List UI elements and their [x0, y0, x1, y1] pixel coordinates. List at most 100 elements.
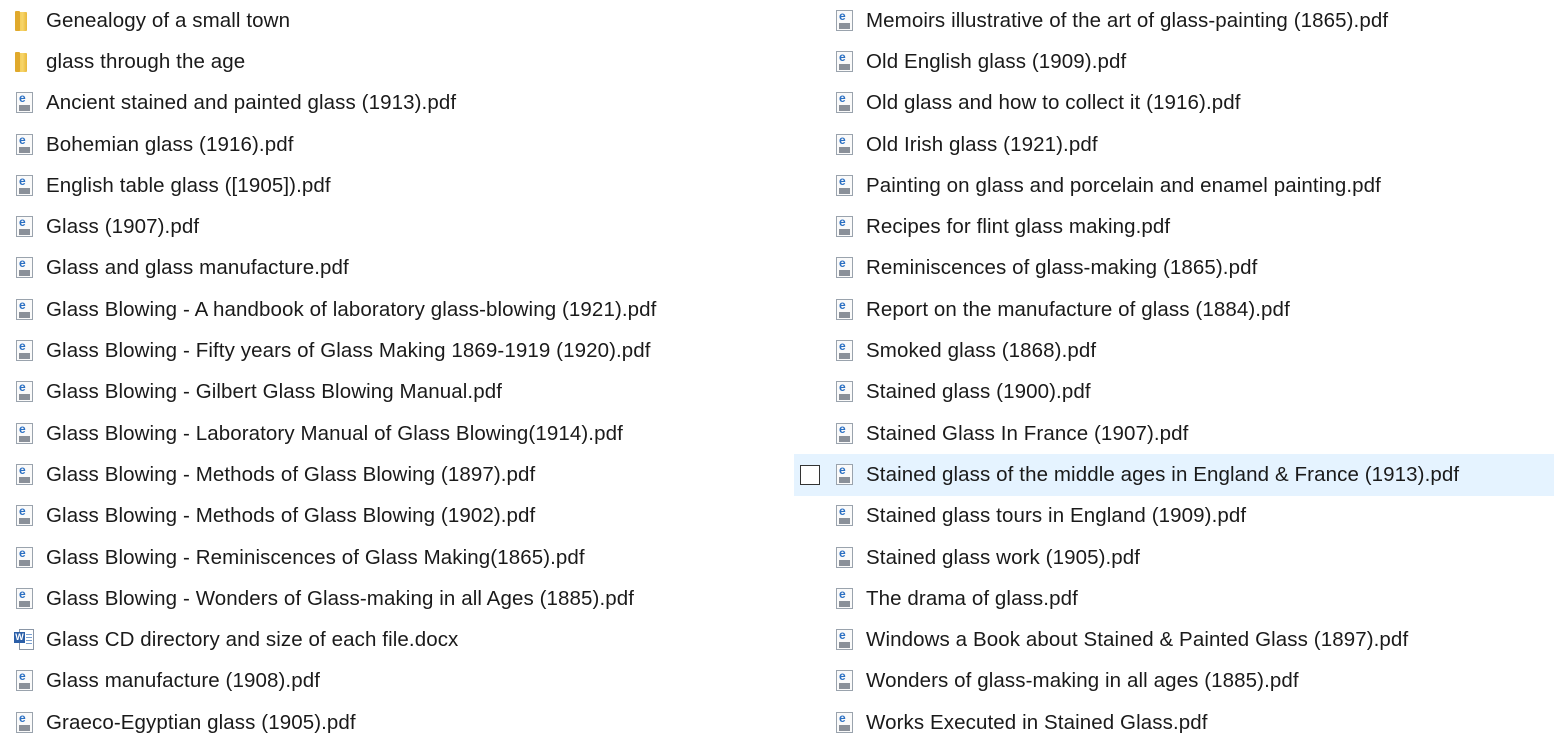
item-label: English table glass ([1905]).pdf [46, 173, 331, 197]
item-label: Glass and glass manufacture.pdf [46, 256, 349, 280]
item-label: Glass Blowing - Wonders of Glass-making … [46, 586, 635, 610]
item-label: Stained glass tours in England (1909).pd… [866, 504, 1247, 528]
file-item[interactable]: e Stained Glass In France (1907).pdf [794, 413, 1554, 454]
file-item[interactable]: e Windows a Book about Stained & Painted … [794, 619, 1554, 660]
item-label: Wonders of glass-making in all ages (188… [866, 669, 1299, 693]
file-item[interactable]: e Smoked glass (1868).pdf [794, 330, 1554, 371]
pdf-icon: e [834, 174, 856, 198]
file-item[interactable]: e Glass and glass manufacture.pdf [0, 248, 790, 289]
file-item[interactable]: e Glass Blowing - Reminiscences of Glass … [0, 537, 790, 578]
item-label: Genealogy of a small town [46, 8, 291, 32]
pdf-icon: e [14, 298, 36, 322]
pdf-icon: e [834, 91, 856, 115]
file-item[interactable]: e Glass Blowing - Laboratory Manual of Gl… [0, 413, 790, 454]
item-label: Stained glass (1900).pdf [866, 380, 1091, 404]
file-item[interactable]: e Glass Blowing - Methods of Glass Blowin… [0, 496, 790, 537]
pdf-icon: e [14, 380, 36, 404]
file-item[interactable]: e Glass Blowing - Fifty years of Glass Ma… [0, 330, 790, 371]
pdf-icon: e [14, 91, 36, 115]
pdf-icon: e [834, 339, 856, 363]
folder-icon [14, 50, 36, 74]
item-label: Glass (1907).pdf [46, 215, 200, 239]
pdf-icon: e [834, 711, 856, 735]
file-item[interactable]: W Glass CD directory and size of each fil… [0, 619, 790, 660]
file-item[interactable]: e Report on the manufacture of glass (188… [794, 289, 1554, 330]
item-label: Ancient stained and painted glass (1913)… [46, 91, 457, 115]
file-item[interactable]: e Old glass and how to collect it (1916).… [794, 83, 1554, 124]
pdf-icon: e [834, 256, 856, 280]
item-label: Stained Glass In France (1907).pdf [866, 421, 1189, 445]
pdf-icon: e [14, 215, 36, 239]
file-column-right: e Memoirs illustrative of the art of glas… [794, 0, 1554, 743]
pdf-icon: e [834, 298, 856, 322]
file-item[interactable]: e Glass Blowing - Wonders of Glass-making… [0, 578, 790, 619]
file-item[interactable]: e Graeco-Egyptian glass (1905).pdf [0, 702, 790, 743]
file-item[interactable]: e Glass manufacture (1908).pdf [0, 661, 790, 702]
item-label: Glass Blowing - Fifty years of Glass Mak… [46, 339, 651, 363]
item-label: Glass Blowing - Reminiscences of Glass M… [46, 545, 585, 569]
folder-item[interactable]: glass through the age [0, 41, 790, 82]
file-item[interactable]: e English table glass ([1905]).pdf [0, 165, 790, 206]
pdf-icon: e [14, 587, 36, 611]
file-item[interactable]: e Painting on glass and porcelain and ena… [794, 165, 1554, 206]
file-item[interactable]: e Recipes for flint glass making.pdf [794, 206, 1554, 247]
pdf-icon: e [14, 256, 36, 280]
item-label: Reminiscences of glass-making (1865).pdf [866, 256, 1258, 280]
file-item[interactable]: e The drama of glass.pdf [794, 578, 1554, 619]
file-item[interactable]: e Stained glass (1900).pdf [794, 372, 1554, 413]
item-label: Glass CD directory and size of each file… [46, 628, 459, 652]
file-column-left: Genealogy of a small town glass through t… [0, 0, 790, 743]
pdf-icon: e [14, 546, 36, 570]
folder-icon [14, 9, 36, 33]
word-doc-icon: W [14, 628, 36, 652]
pdf-icon: e [834, 215, 856, 239]
pdf-icon: e [14, 504, 36, 528]
item-label: Graeco-Egyptian glass (1905).pdf [46, 710, 356, 734]
item-label: Glass Blowing - A handbook of laboratory… [46, 297, 657, 321]
item-label: Old glass and how to collect it (1916).p… [866, 91, 1241, 115]
file-item[interactable]: e Memoirs illustrative of the art of glas… [794, 0, 1554, 41]
file-item[interactable]: e Works Executed in Stained Glass.pdf [794, 702, 1554, 743]
pdf-icon: e [834, 422, 856, 446]
item-label: Works Executed in Stained Glass.pdf [866, 710, 1208, 734]
file-item[interactable]: e Stained glass of the middle ages in Eng… [794, 454, 1554, 496]
item-label: Glass manufacture (1908).pdf [46, 669, 320, 693]
item-label: Memoirs illustrative of the art of glass… [866, 8, 1389, 32]
file-item[interactable]: e Reminiscences of glass-making (1865).pd… [794, 248, 1554, 289]
pdf-icon: e [834, 9, 856, 33]
file-item[interactable]: e Old Irish glass (1921).pdf [794, 124, 1554, 165]
pdf-icon: e [14, 669, 36, 693]
item-label: Recipes for flint glass making.pdf [866, 215, 1171, 239]
item-label: glass through the age [46, 49, 246, 73]
file-item[interactable]: e Old English glass (1909).pdf [794, 41, 1554, 82]
file-item[interactable]: e Glass Blowing - Methods of Glass Blowin… [0, 454, 790, 495]
file-item[interactable]: e Glass Blowing - Gilbert Glass Blowing M… [0, 372, 790, 413]
folder-item[interactable]: Genealogy of a small town [0, 0, 790, 41]
file-item[interactable]: e Stained glass work (1905).pdf [794, 537, 1554, 578]
file-item[interactable]: e Wonders of glass-making in all ages (18… [794, 661, 1554, 702]
item-label: Glass Blowing - Methods of Glass Blowing… [46, 504, 536, 528]
item-label: Stained glass of the middle ages in Engl… [866, 462, 1460, 486]
pdf-icon: e [834, 50, 856, 74]
pdf-icon: e [834, 546, 856, 570]
item-label: Bohemian glass (1916).pdf [46, 132, 294, 156]
pdf-icon: e [14, 133, 36, 157]
file-item[interactable]: e Stained glass tours in England (1909).p… [794, 496, 1554, 537]
file-item[interactable]: e Glass Blowing - A handbook of laborator… [0, 289, 790, 330]
item-label: Old English glass (1909).pdf [866, 49, 1127, 73]
file-item[interactable]: e Glass (1907).pdf [0, 206, 790, 247]
item-label: Glass Blowing - Laboratory Manual of Gla… [46, 421, 623, 445]
item-label: Old Irish glass (1921).pdf [866, 132, 1098, 156]
pdf-icon: e [14, 174, 36, 198]
pdf-icon: e [834, 504, 856, 528]
item-label: Glass Blowing - Methods of Glass Blowing… [46, 462, 536, 486]
file-item[interactable]: e Bohemian glass (1916).pdf [0, 124, 790, 165]
pdf-icon: e [834, 463, 856, 487]
file-item[interactable]: e Ancient stained and painted glass (1913… [0, 83, 790, 124]
pdf-icon: e [834, 628, 856, 652]
item-label: Smoked glass (1868).pdf [866, 339, 1097, 363]
item-label: Report on the manufacture of glass (1884… [866, 297, 1290, 321]
pdf-icon: e [834, 133, 856, 157]
item-checkbox[interactable] [800, 464, 820, 485]
item-label: Painting on glass and porcelain and enam… [866, 173, 1381, 197]
